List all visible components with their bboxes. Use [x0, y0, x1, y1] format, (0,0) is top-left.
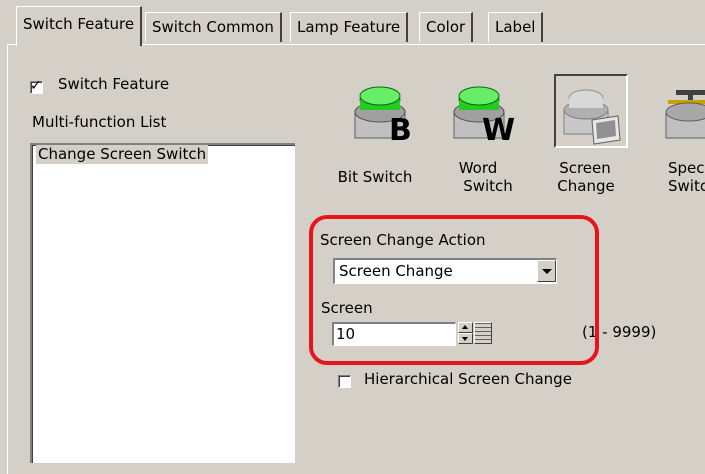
hierarchical-screen-change-checkbox[interactable] [338, 375, 351, 388]
spin-up-icon[interactable] [458, 322, 473, 333]
screen-change-button[interactable] [554, 74, 628, 148]
screen-change-action-select[interactable]: Screen Change [333, 258, 557, 284]
screen-change-action-label: Screen Change Action [320, 231, 486, 249]
tab-label: Lamp Feature [297, 18, 401, 36]
special-switch-label-line2: Switc [668, 177, 705, 195]
svg-text:W: W [482, 113, 515, 148]
list-item[interactable]: Change Screen Switch [36, 145, 209, 164]
keypad-icon[interactable] [474, 322, 492, 344]
screen-label: Screen [321, 299, 373, 317]
spin-down-icon[interactable] [458, 333, 473, 344]
special-switch-label-line1: Spec [668, 159, 705, 177]
screen-change-icon [563, 89, 621, 145]
tab-lamp-feature[interactable]: Lamp Feature [290, 12, 409, 42]
tab-switch-common[interactable]: Switch Common [145, 12, 282, 42]
word-switch-button[interactable]: W [444, 74, 518, 148]
bit-switch-button[interactable]: B [345, 74, 419, 148]
tab-strip: Switch Feature Switch Common Lamp Featur… [0, 0, 705, 46]
multi-function-list[interactable]: Change Screen Switch [30, 143, 295, 463]
screen-number-spinner[interactable] [458, 322, 473, 344]
hierarchical-screen-change-label: Hierarchical Screen Change [364, 370, 572, 388]
screen-range-text: (1 - 9999) [582, 323, 657, 341]
switch-feature-label: Switch Feature [58, 75, 170, 93]
word-switch-label-line1: Word [458, 159, 498, 177]
tab-label: Switch Common [152, 18, 274, 36]
green-button-b-icon: B [354, 86, 412, 148]
svg-text:B: B [389, 113, 412, 148]
tab-color[interactable]: Color [419, 12, 474, 42]
special-switch-icon [665, 90, 705, 139]
word-switch-label-line2: Switch [463, 177, 513, 195]
checkmark-icon: ✓ [30, 78, 42, 94]
screen-number-input[interactable]: 10 [332, 322, 456, 346]
dropdown-button[interactable] [537, 260, 556, 282]
screen-change-label-line1: Screen [559, 159, 611, 177]
special-switch-button[interactable] [652, 74, 705, 148]
screen-change-action-value: Screen Change [339, 262, 453, 280]
multi-function-list-label: Multi-function List [32, 113, 167, 131]
tab-label: Color [426, 18, 466, 36]
bit-switch-label: Bit Switch [337, 168, 413, 186]
green-button-w-icon: W [453, 86, 515, 148]
switch-feature-checkbox[interactable]: ✓ [30, 78, 43, 94]
chevron-down-icon [542, 269, 552, 274]
tab-label[interactable]: Label [488, 12, 544, 42]
screen-change-label-line2: Change [557, 177, 615, 195]
tab-switch-feature[interactable]: Switch Feature [16, 6, 143, 46]
tab-label: Switch Feature [23, 15, 135, 33]
tab-label-text: Label [495, 18, 536, 36]
